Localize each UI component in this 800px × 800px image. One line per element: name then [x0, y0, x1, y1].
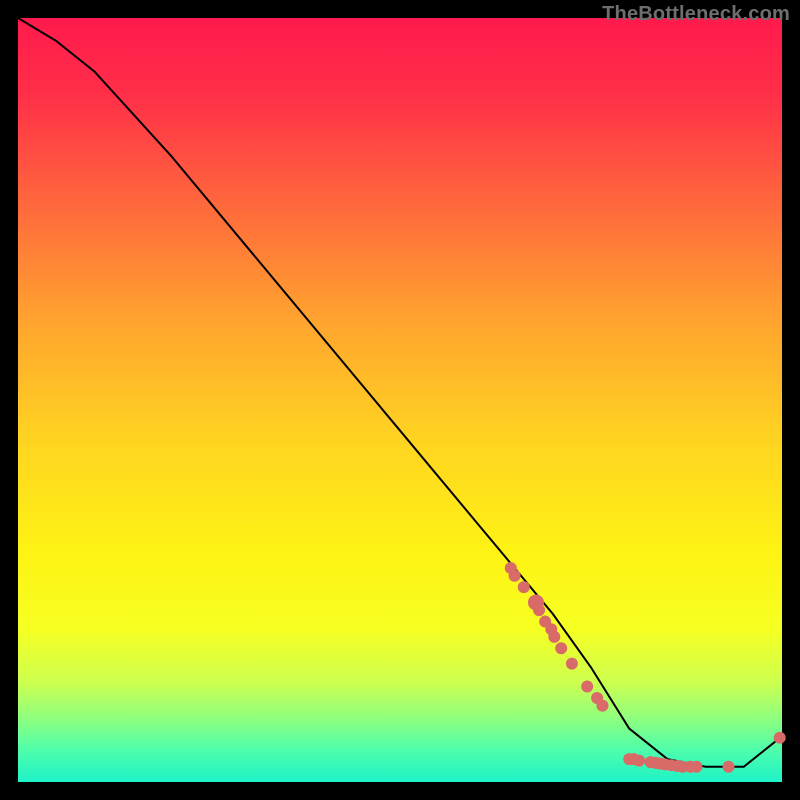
data-marker	[548, 631, 560, 643]
data-marker	[533, 604, 545, 616]
data-marker	[774, 732, 786, 744]
data-marker	[596, 700, 608, 712]
data-marker	[555, 642, 567, 654]
data-marker	[690, 761, 702, 773]
bottleneck-chart	[0, 0, 800, 800]
chart-stage: TheBottleneck.com	[0, 0, 800, 800]
watermark-text: TheBottleneck.com	[602, 3, 790, 26]
data-marker	[566, 658, 578, 670]
data-marker	[723, 761, 735, 773]
gradient-background	[18, 18, 782, 782]
data-marker	[518, 581, 530, 593]
data-marker	[509, 570, 521, 582]
data-marker	[633, 755, 645, 767]
data-marker	[581, 681, 593, 693]
